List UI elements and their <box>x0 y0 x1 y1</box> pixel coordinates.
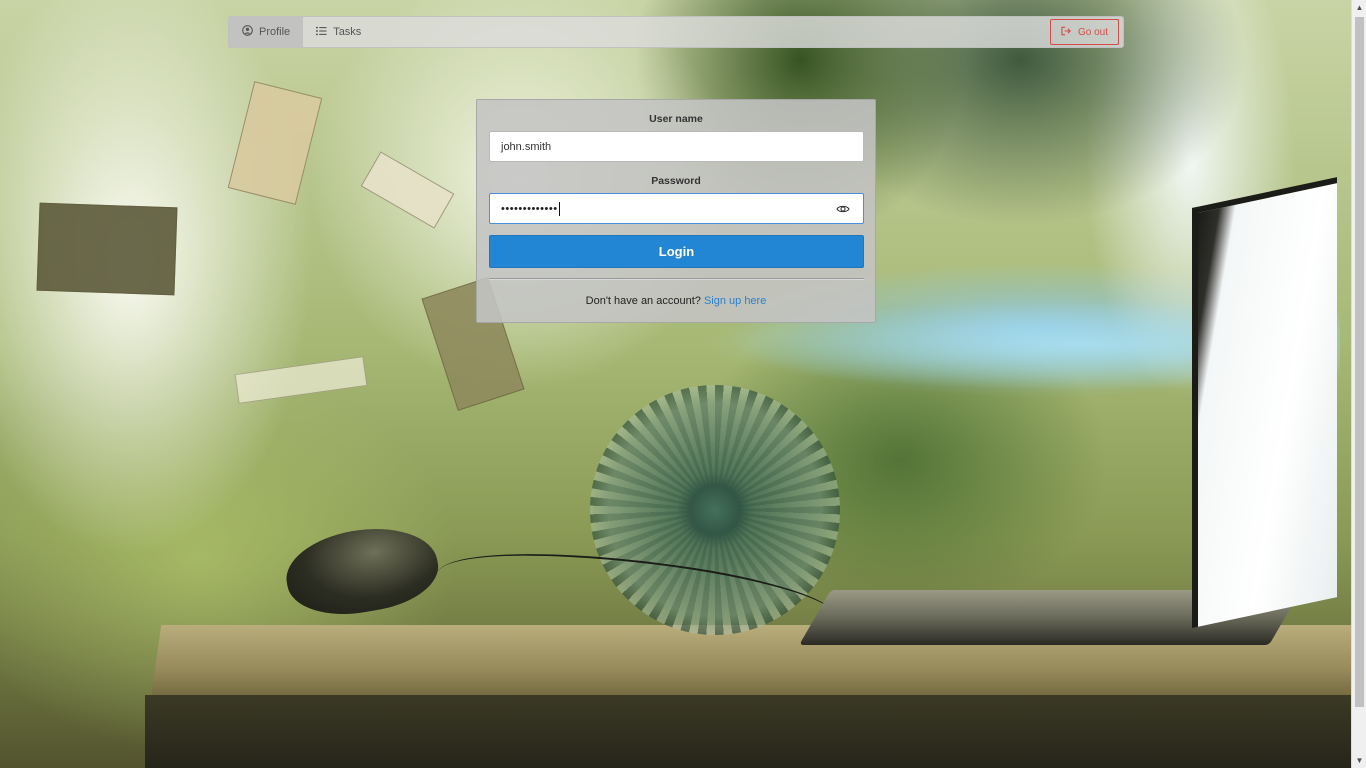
signup-row: Don't have an account? Sign up here <box>489 295 863 307</box>
scrollbar-thumb[interactable] <box>1355 17 1364 707</box>
password-value: ••••••••••••• <box>501 202 558 215</box>
top-navbar: Profile Tasks Go out <box>228 16 1124 48</box>
flying-paper <box>227 81 323 205</box>
username-label: User name <box>649 113 703 125</box>
go-out-button[interactable]: Go out <box>1049 19 1119 45</box>
nav-item-profile[interactable]: Profile <box>229 17 304 47</box>
nav-item-label: Tasks <box>333 26 362 38</box>
text-caret <box>558 201 560 216</box>
flying-paper <box>360 151 455 229</box>
sign-out-icon <box>1061 26 1072 39</box>
divider <box>489 278 864 280</box>
flying-paper <box>234 356 368 404</box>
computer-mouse <box>280 517 444 625</box>
vertical-scrollbar[interactable]: ▲ ▼ <box>1351 0 1366 768</box>
username-field[interactable]: john.smith <box>489 131 864 162</box>
signup-prompt: Don't have an account? <box>585 295 701 307</box>
scroll-down-arrow-icon[interactable]: ▼ <box>1352 753 1366 768</box>
user-circle-icon <box>242 25 253 39</box>
flying-paper <box>36 202 178 296</box>
login-card: User name john.smith Password ••••••••••… <box>476 99 876 323</box>
signup-link[interactable]: Sign up here <box>704 295 766 307</box>
password-label: Password <box>651 175 701 187</box>
password-field[interactable]: ••••••••••••• <box>489 193 864 224</box>
laptop-screen <box>1192 177 1337 628</box>
scroll-up-arrow-icon[interactable]: ▲ <box>1352 0 1366 15</box>
go-out-label: Go out <box>1077 26 1108 38</box>
username-value: john.smith <box>501 140 552 153</box>
nav-item-tasks[interactable]: Tasks <box>303 17 374 47</box>
login-button[interactable]: Login <box>489 235 864 268</box>
list-icon <box>316 26 327 39</box>
eye-icon[interactable] <box>836 202 850 216</box>
desk-edge <box>145 695 1351 768</box>
nav-item-label: Profile <box>259 26 291 38</box>
